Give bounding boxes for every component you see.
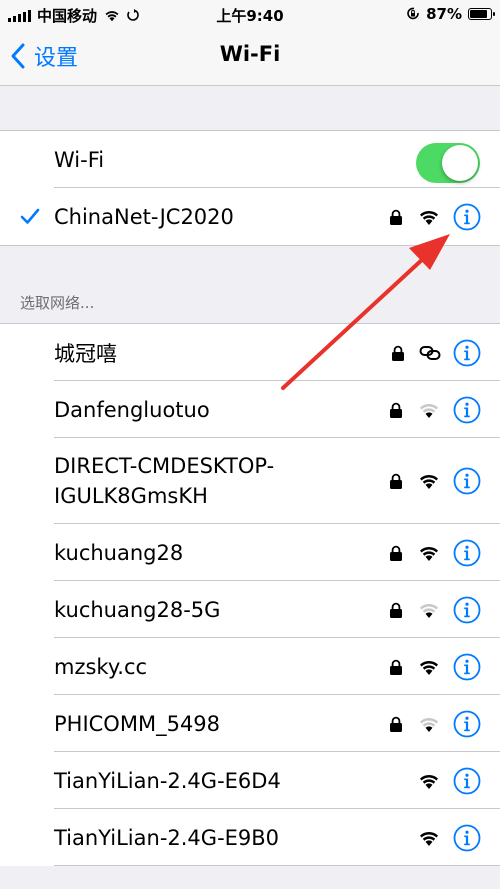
status-bar: 中国移动 上午9:40 87%	[0, 0, 500, 28]
info-icon[interactable]	[453, 467, 481, 495]
battery-percent: 87%	[426, 5, 462, 23]
battery-icon	[468, 8, 495, 20]
info-icon[interactable]	[453, 653, 481, 681]
network-icons	[389, 596, 481, 624]
network-list: 城冠嘻 Danfengluotuo DIRECT-CMDESKTOP- IGULK8G…	[0, 323, 500, 866]
network-icons	[417, 824, 481, 852]
network-row[interactable]: mzsky.cc	[0, 638, 500, 695]
network-icons	[389, 539, 481, 567]
connected-network-icons	[389, 203, 481, 231]
network-name-line: IGULK8GmsKH	[54, 484, 208, 508]
info-icon[interactable]	[453, 396, 481, 424]
toggle-knob	[442, 145, 478, 181]
wifi-toggle-row: Wi-Fi	[0, 131, 500, 188]
status-right: 87%	[406, 5, 495, 23]
wifi-signal-icon	[420, 717, 438, 732]
network-row[interactable]: kuchuang28	[0, 524, 500, 581]
info-icon[interactable]	[453, 824, 481, 852]
page-title: Wi-Fi	[219, 42, 281, 66]
network-row[interactable]: DIRECT-CMDESKTOP- IGULK8GmsKH	[0, 438, 500, 524]
wifi-signal-icon	[420, 660, 438, 675]
network-row[interactable]: TianYiLian-2.4G-E6D4	[0, 752, 500, 809]
info-icon[interactable]	[453, 710, 481, 738]
navigation-bar: 设置 Wi-Fi	[0, 28, 500, 86]
wifi-signal-icon	[420, 403, 438, 418]
wifi-signal-icon	[420, 210, 438, 225]
lock-icon	[390, 402, 402, 418]
lock-icon	[390, 602, 402, 618]
lock-icon	[392, 345, 404, 361]
info-icon[interactable]	[453, 596, 481, 624]
lock-icon	[390, 473, 402, 489]
lock-icon	[390, 545, 402, 561]
network-icons	[417, 767, 481, 795]
lock-icon	[390, 716, 402, 732]
network-row[interactable]: 城冠嘻	[0, 324, 500, 381]
network-icons	[391, 339, 481, 367]
checkmark-icon	[20, 208, 40, 224]
lock-icon	[390, 659, 402, 675]
info-icon[interactable]	[453, 539, 481, 567]
wifi-group: Wi-Fi ChinaNet-JC2020	[0, 130, 500, 246]
network-row[interactable]: PHICOMM_5498	[0, 695, 500, 752]
network-row[interactable]: TianYiLian-2.4G-E9B0	[0, 809, 500, 866]
network-icons	[389, 653, 481, 681]
info-icon[interactable]	[453, 767, 481, 795]
info-icon[interactable]	[453, 339, 481, 367]
info-icon[interactable]	[453, 203, 481, 231]
network-icons	[389, 396, 481, 424]
wifi-signal-icon	[420, 603, 438, 618]
wifi-signal-icon	[420, 831, 438, 846]
network-icons	[389, 710, 481, 738]
network-icons	[389, 467, 481, 495]
lock-icon	[390, 209, 402, 225]
orientation-lock-icon	[407, 7, 419, 20]
wifi-toggle-switch[interactable]	[416, 143, 480, 183]
network-row[interactable]: kuchuang28-5G	[0, 581, 500, 638]
wifi-signal-icon	[420, 774, 438, 789]
wifi-signal-icon	[420, 546, 438, 561]
network-row[interactable]: Danfengluotuo	[0, 381, 500, 438]
connected-network-row[interactable]: ChinaNet-JC2020	[0, 188, 500, 245]
wifi-signal-icon	[420, 474, 438, 489]
choose-network-header: 选取网络...	[20, 294, 95, 312]
network-name-line: DIRECT-CMDESKTOP-	[54, 454, 275, 478]
personal-hotspot-icon	[419, 345, 441, 360]
